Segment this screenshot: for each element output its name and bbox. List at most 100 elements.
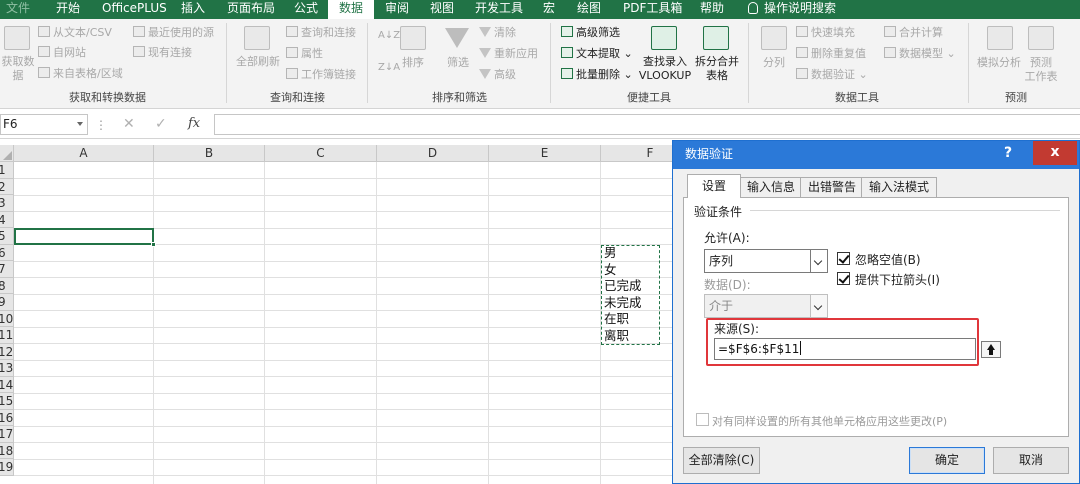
advanced-filter-button[interactable]: 高级 [479,68,516,82]
row-header[interactable]: 9 [0,294,14,311]
tab-settings[interactable]: 设置 [687,174,742,198]
remove-duplicates-button[interactable]: 删除重复值 [796,47,866,61]
row-header[interactable]: 2 [0,178,14,195]
from-text-csv-button[interactable]: 从文本/CSV [38,26,112,40]
tab-file[interactable]: 文件 [6,0,30,19]
apply-all-checkbox[interactable] [696,413,709,426]
cell-value[interactable]: 女 [604,262,617,278]
ignore-blank-checkbox[interactable] [837,252,850,265]
cancel-icon[interactable]: ✕ [123,116,135,132]
column-header[interactable]: E [489,145,601,162]
workbook-links-button[interactable]: 工作簿链接 [286,68,356,82]
reapply-button[interactable]: 重新应用 [479,47,538,61]
help-button[interactable]: ? [991,141,1025,166]
source-input[interactable]: =$F$6:$F$11 [714,338,1001,360]
tab-help[interactable]: 帮助 [700,0,724,19]
row-header[interactable]: 13 [0,360,14,377]
text-extract-button[interactable]: 文本提取 ⌄ [561,47,633,61]
row-header[interactable]: 3 [0,195,14,212]
row-header[interactable]: 14 [0,376,14,393]
vlookup-button[interactable]: 查找录入 VLOOKUP [636,55,694,83]
tab-macro[interactable]: 宏 [543,0,555,19]
resize-handle-icon[interactable]: ⋮ [95,119,107,131]
cell-value[interactable]: 在职 [604,311,629,327]
cell-value[interactable]: 男 [604,245,617,261]
text-to-columns-button[interactable]: 分列 [758,56,790,70]
split-merge-button[interactable]: 拆分合并 表格 [692,55,742,83]
tab-input-message[interactable]: 输入信息 [739,177,804,197]
column-header[interactable]: B [154,145,265,162]
clear-filter-button[interactable]: 清除 [479,26,516,40]
tab-error-alert[interactable]: 出错警告 [800,177,865,197]
tab-review[interactable]: 审阅 [385,0,409,19]
properties-button[interactable]: 属性 [286,47,323,61]
tab-pdf-tools[interactable]: PDF工具箱 [623,0,682,19]
row-header[interactable]: 11 [0,327,14,344]
row-header[interactable]: 12 [0,343,14,360]
get-data-button[interactable]: 获取数 据 [0,55,36,83]
fill-handle[interactable] [151,242,156,247]
forecast-sheet-button[interactable]: 预测 工作表 [1022,56,1060,84]
select-all-button[interactable] [0,145,14,162]
clear-all-button[interactable]: 全部清除(C) [683,447,760,474]
column-header[interactable]: D [377,145,489,162]
chevron-down-icon[interactable] [77,122,83,126]
tell-me-search[interactable]: 操作说明搜索 [748,0,836,19]
tab-ime-mode[interactable]: 输入法模式 [861,177,938,197]
close-button[interactable]: x [1033,141,1077,165]
tab-developer[interactable]: 开发工具 [475,0,523,19]
tab-officeplus[interactable]: OfficePLUS [102,0,167,19]
cell-value[interactable]: 离职 [604,328,629,344]
column-header[interactable]: C [265,145,377,162]
tab-insert[interactable]: 插入 [181,0,205,19]
existing-connections-button[interactable]: 现有连接 [133,46,192,60]
apply-all-label[interactable]: 对有同样设置的所有其他单元格应用这些更改(P) [712,413,947,429]
queries-connections-button[interactable]: 查询和连接 [286,26,356,40]
row-header[interactable]: 4 [0,211,14,228]
row-header[interactable]: 7 [0,261,14,278]
data-validation-button[interactable]: 数据验证 ⌄ [796,68,868,82]
cell-value[interactable]: 已完成 [604,278,642,294]
cell-value[interactable]: 未完成 [604,295,642,311]
row-header[interactable]: 6 [0,244,14,261]
allow-select[interactable]: 序列 [704,249,828,273]
row-header[interactable]: 19 [0,459,14,476]
tab-formulas[interactable]: 公式 [294,0,318,19]
dropdown-checkbox[interactable] [837,272,850,285]
filter-button[interactable]: 筛选 [443,56,473,70]
tab-page-layout[interactable]: 页面布局 [227,0,275,19]
refresh-all-button[interactable]: 全部刷新 [234,55,282,69]
from-table-button[interactable]: 来自表格/区域 [38,67,123,81]
recent-sources-button[interactable]: 最近使用的源 [133,26,214,40]
formula-input[interactable] [214,114,1080,135]
sort-az-button[interactable]: A↓Z [378,29,400,43]
row-header[interactable]: 8 [0,277,14,294]
tab-view[interactable]: 视图 [430,0,454,19]
sort-button[interactable]: 排序 [398,56,428,70]
cancel-button[interactable]: 取消 [993,447,1069,474]
active-cell[interactable] [14,228,156,247]
consolidate-button[interactable]: 合并计算 [884,26,943,40]
row-header[interactable]: 16 [0,409,14,426]
dropdown-label[interactable]: 提供下拉箭头(I) [855,271,940,288]
name-box[interactable]: F6 [0,114,88,135]
collapse-dialog-icon[interactable] [981,341,1001,358]
enter-icon[interactable]: ✓ [155,116,167,132]
tab-data[interactable]: 数据 [328,0,375,19]
ok-button[interactable]: 确定 [909,447,985,474]
chevron-down-icon[interactable] [810,295,827,317]
insert-function-button[interactable]: fx [188,116,200,131]
chevron-down-icon[interactable] [810,250,827,272]
row-header[interactable]: 17 [0,426,14,443]
row-header[interactable]: 18 [0,442,14,459]
tab-home[interactable]: 开始 [56,0,80,19]
row-header[interactable]: 1 [0,162,14,179]
data-model-button[interactable]: 数据模型 ⌄ [884,47,956,61]
from-web-button[interactable]: 自网站 [38,46,86,60]
row-header[interactable]: 10 [0,310,14,327]
sort-za-button[interactable]: Z↓A [378,61,400,75]
advanced-filter-tool-button[interactable]: 高级筛选 [561,26,620,40]
data-operator-select[interactable]: 介于 [704,294,828,318]
row-header[interactable]: 5 [0,228,14,245]
flash-fill-button[interactable]: 快速填充 [796,26,855,40]
